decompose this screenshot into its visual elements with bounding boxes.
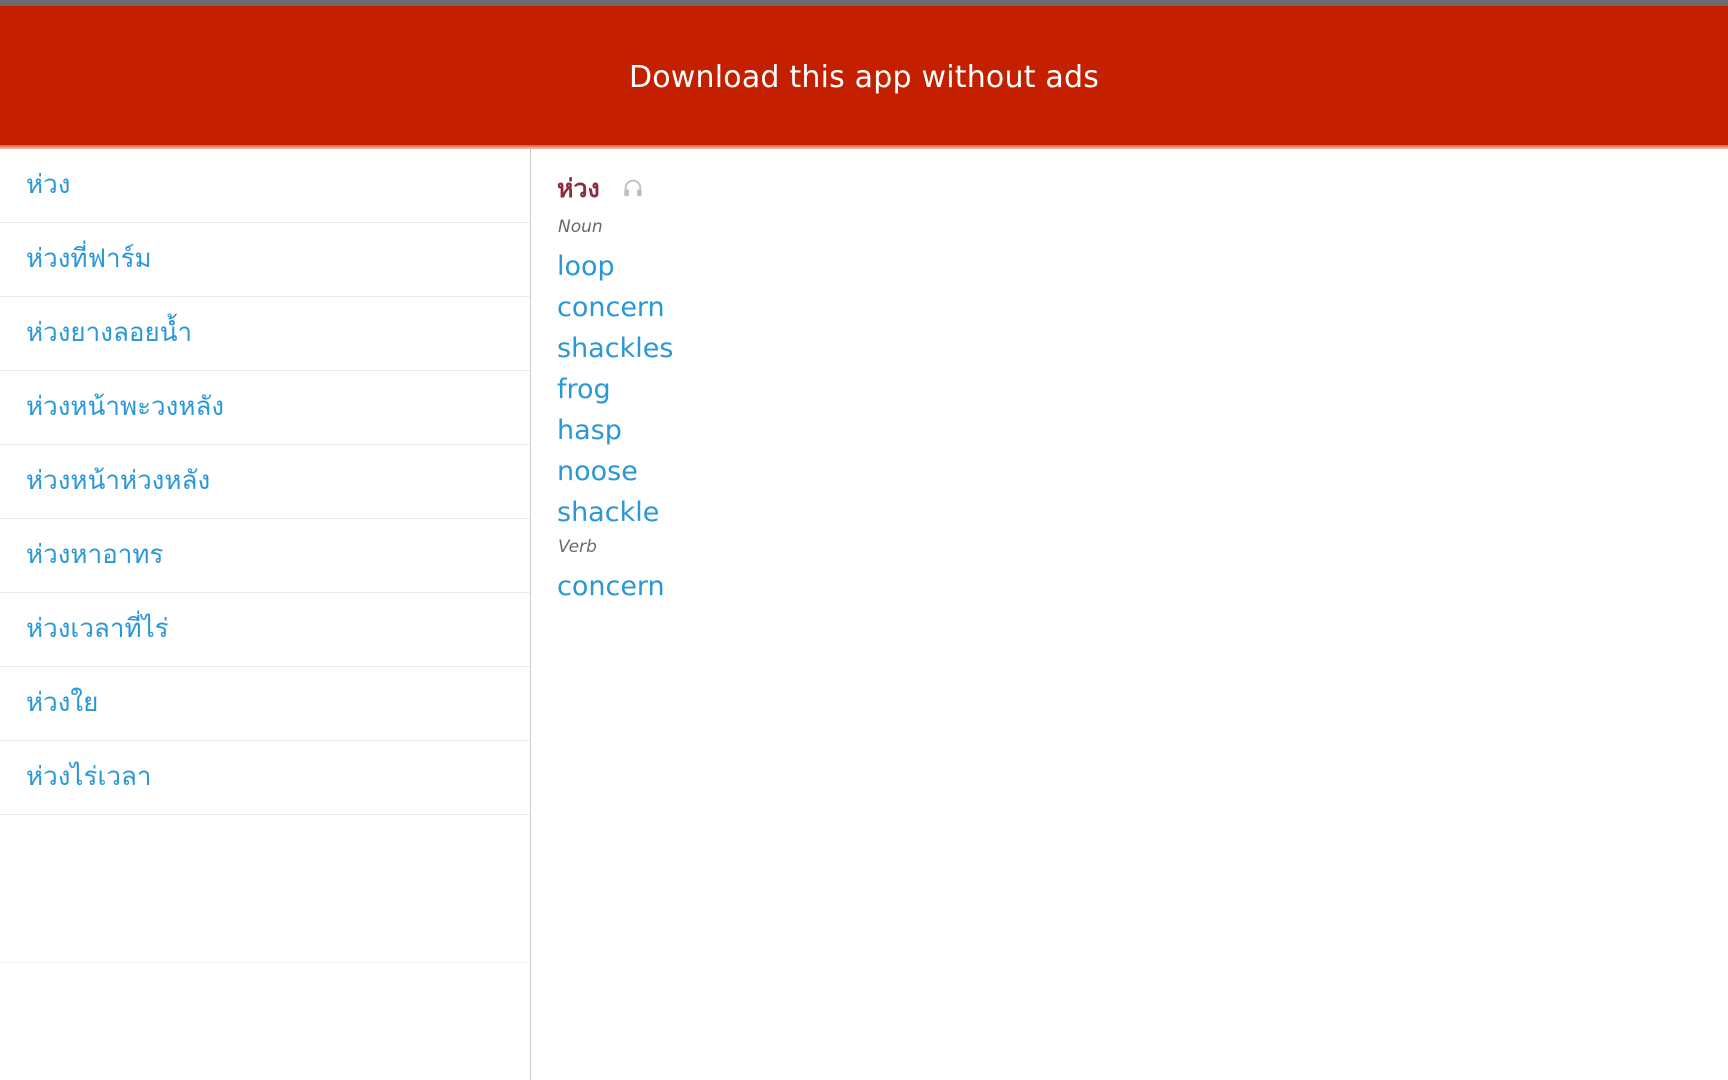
list-item-label: ห่วงเวลาที่ไร่	[26, 614, 169, 645]
pos-block-verb: Verb concern	[557, 539, 1728, 607]
list-item[interactable]: ห่วงเวลาที่ไร่	[0, 593, 530, 667]
search-results-pane: ห่วง ห่วงที่ฟาร์ม ห่วงยางลอยน้ำ ห่วงหน้า…	[0, 149, 531, 1080]
sense-item[interactable]: frog	[557, 369, 1728, 410]
list-item-label: ห่วง	[26, 170, 71, 201]
sense-item[interactable]: concern	[557, 566, 1728, 607]
ad-banner[interactable]: Download this app without ads	[0, 6, 1728, 149]
ad-banner-label: Download this app without ads	[628, 59, 1100, 95]
list-item[interactable]: ห่วงใย	[0, 667, 530, 741]
sense-item[interactable]: noose	[557, 451, 1728, 492]
pos-label: Noun	[558, 217, 603, 237]
sense-item[interactable]: loop	[557, 246, 1728, 287]
list-item-label: ห่วงหาอาทร	[26, 540, 164, 571]
pos-block-noun: Noun loop concern shackles frog hasp noo…	[557, 219, 1728, 533]
headword-row: ห่วง	[557, 171, 1728, 205]
headword: ห่วง	[557, 173, 600, 203]
list-item-label: ห่วงหน้าห่วงหลัง	[26, 466, 211, 497]
list-item-label: ห่วงที่ฟาร์ม	[26, 244, 152, 275]
list-item[interactable]: ห่วงหาอาทร	[0, 519, 530, 593]
sense-item[interactable]: concern	[557, 287, 1728, 328]
sense-item[interactable]: hasp	[557, 410, 1728, 451]
pos-label: Verb	[558, 537, 597, 557]
list-item-label: ห่วงยางลอยน้ำ	[26, 318, 193, 349]
list-item[interactable]: ห่วงไร่เวลา	[0, 741, 530, 815]
list-empty-row	[0, 963, 530, 1080]
list-item[interactable]: ห่วงหน้าห่วงหลัง	[0, 445, 530, 519]
list-item-label: ห่วงไร่เวลา	[26, 762, 152, 793]
list-item[interactable]: ห่วงที่ฟาร์ม	[0, 223, 530, 297]
list-item-label: ห่วงหน้าพะวงหลัง	[26, 392, 225, 423]
definition-pane: ห่วง Noun loop concern shackles frog has…	[531, 149, 1728, 1080]
dictionary-app-window: Download this app without ads ห่วง ห่วงท…	[0, 0, 1728, 1080]
headphones-icon[interactable]	[622, 177, 644, 199]
sense-item[interactable]: shackle	[557, 492, 1728, 533]
main-content-area: ห่วง ห่วงที่ฟาร์ม ห่วงยางลอยน้ำ ห่วงหน้า…	[0, 149, 1728, 1080]
list-item-label: ห่วงใย	[26, 688, 99, 719]
sense-list: loop concern shackles frog hasp noose sh…	[557, 246, 1728, 533]
list-item[interactable]: ห่วง	[0, 149, 530, 223]
list-item[interactable]: ห่วงยางลอยน้ำ	[0, 297, 530, 371]
list-item[interactable]: ห่วงหน้าพะวงหลัง	[0, 371, 530, 445]
sense-item[interactable]: shackles	[557, 328, 1728, 369]
sense-list: concern	[557, 566, 1728, 607]
list-empty-row	[0, 815, 530, 963]
